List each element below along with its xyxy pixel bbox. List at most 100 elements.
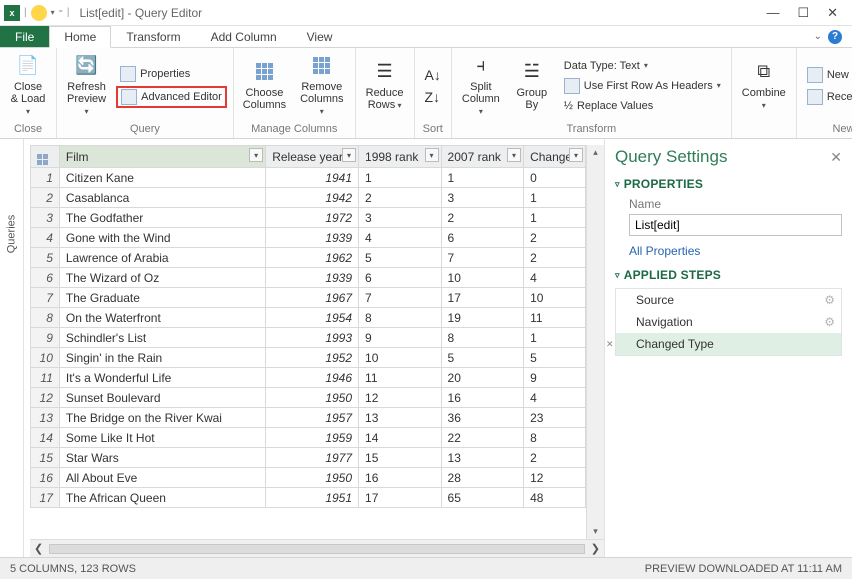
- cell-film[interactable]: Citizen Kane: [59, 168, 265, 188]
- sort-desc-button[interactable]: Z↓: [421, 87, 445, 107]
- tab-view[interactable]: View: [292, 26, 348, 47]
- close-settings-icon[interactable]: ✕: [830, 149, 842, 166]
- column-header[interactable]: 1998 rank▾: [359, 146, 442, 168]
- table-row[interactable]: 3The Godfather1972321: [31, 208, 586, 228]
- cell-film[interactable]: Sunset Boulevard: [59, 388, 265, 408]
- cell-film[interactable]: The Godfather: [59, 208, 265, 228]
- cell-1998[interactable]: 12: [359, 388, 442, 408]
- cell-year[interactable]: 1977: [266, 448, 359, 468]
- close-and-load-button[interactable]: 📄 Close & Load: [6, 52, 50, 119]
- table-row[interactable]: 13The Bridge on the River Kwai1957133623: [31, 408, 586, 428]
- cell-2007[interactable]: 19: [441, 308, 524, 328]
- cell-change[interactable]: 2: [524, 448, 586, 468]
- column-header[interactable]: 2007 rank▾: [441, 146, 524, 168]
- cell-year[interactable]: 1954: [266, 308, 359, 328]
- scroll-up-icon[interactable]: ▴: [587, 147, 604, 158]
- cell-1998[interactable]: 13: [359, 408, 442, 428]
- cell-1998[interactable]: 8: [359, 308, 442, 328]
- reduce-rows-button[interactable]: ☰ Reduce Rows: [362, 58, 408, 113]
- filter-icon[interactable]: ▾: [342, 148, 356, 162]
- cell-year[interactable]: 1941: [266, 168, 359, 188]
- cell-1998[interactable]: 15: [359, 448, 442, 468]
- tab-home[interactable]: Home: [49, 26, 111, 48]
- cell-film[interactable]: On the Waterfront: [59, 308, 265, 328]
- table-row[interactable]: 16All About Eve1950162812: [31, 468, 586, 488]
- data-grid[interactable]: Film▾Release year▾1998 rank▾2007 rank▾Ch…: [30, 145, 586, 508]
- cell-1998[interactable]: 11: [359, 368, 442, 388]
- maximize-button[interactable]: ☐: [797, 5, 809, 21]
- column-header[interactable]: Film▾: [59, 146, 265, 168]
- refresh-preview-button[interactable]: 🔄 Refresh Preview: [63, 52, 110, 119]
- cell-change[interactable]: 4: [524, 388, 586, 408]
- close-window-button[interactable]: ✕: [827, 5, 838, 21]
- file-tab[interactable]: File: [0, 26, 49, 47]
- table-row[interactable]: 12Sunset Boulevard195012164: [31, 388, 586, 408]
- scroll-down-icon[interactable]: ▾: [587, 526, 604, 537]
- applied-step[interactable]: Changed Type: [616, 333, 841, 355]
- cell-1998[interactable]: 3: [359, 208, 442, 228]
- queries-rail-label[interactable]: Queries: [6, 215, 18, 254]
- cell-year[interactable]: 1951: [266, 488, 359, 508]
- all-properties-link[interactable]: All Properties: [629, 244, 700, 258]
- combine-button[interactable]: ⧉Combine: [738, 58, 790, 113]
- filter-icon[interactable]: ▾: [425, 148, 439, 162]
- horizontal-scrollbar[interactable]: ❮ ❯: [30, 539, 604, 557]
- cell-2007[interactable]: 1: [441, 168, 524, 188]
- cell-2007[interactable]: 65: [441, 488, 524, 508]
- cell-film[interactable]: It's a Wonderful Life: [59, 368, 265, 388]
- cell-film[interactable]: The Graduate: [59, 288, 265, 308]
- cell-change[interactable]: 23: [524, 408, 586, 428]
- cell-2007[interactable]: 7: [441, 248, 524, 268]
- select-all-corner[interactable]: [31, 146, 60, 168]
- column-header[interactable]: Release year▾: [266, 146, 359, 168]
- filter-icon[interactable]: ▾: [249, 148, 263, 162]
- filter-icon[interactable]: ▾: [569, 148, 583, 162]
- cell-film[interactable]: Schindler's List: [59, 328, 265, 348]
- new-source-button[interactable]: New Source: [803, 65, 852, 85]
- cell-year[interactable]: 1952: [266, 348, 359, 368]
- table-row[interactable]: 5Lawrence of Arabia1962572: [31, 248, 586, 268]
- cell-1998[interactable]: 2: [359, 188, 442, 208]
- qat-dropdown-icon[interactable]: ▾: [51, 8, 55, 17]
- cell-year[interactable]: 1939: [266, 268, 359, 288]
- recent-sources-button[interactable]: Recent Sources: [803, 87, 852, 107]
- cell-film[interactable]: Casablanca: [59, 188, 265, 208]
- cell-year[interactable]: 1962: [266, 248, 359, 268]
- applied-step[interactable]: Navigation⚙: [616, 311, 841, 333]
- cell-2007[interactable]: 17: [441, 288, 524, 308]
- table-row[interactable]: 4Gone with the Wind1939462: [31, 228, 586, 248]
- help-icon[interactable]: ?: [828, 30, 842, 44]
- cell-film[interactable]: The Bridge on the River Kwai: [59, 408, 265, 428]
- query-name-input[interactable]: [629, 214, 842, 236]
- gear-icon[interactable]: ⚙: [824, 315, 835, 329]
- cell-1998[interactable]: 14: [359, 428, 442, 448]
- cell-film[interactable]: Singin' in the Rain: [59, 348, 265, 368]
- table-row[interactable]: 8On the Waterfront195481911: [31, 308, 586, 328]
- cell-1998[interactable]: 16: [359, 468, 442, 488]
- data-type-button[interactable]: Data Type: Text: [560, 58, 725, 74]
- gear-icon[interactable]: ⚙: [824, 293, 835, 307]
- cell-change[interactable]: 1: [524, 208, 586, 228]
- cell-2007[interactable]: 3: [441, 188, 524, 208]
- collapse-icon-2[interactable]: ▿: [615, 270, 620, 281]
- cell-year[interactable]: 1946: [266, 368, 359, 388]
- cell-change[interactable]: 5: [524, 348, 586, 368]
- filter-icon[interactable]: ▾: [507, 148, 521, 162]
- cell-change[interactable]: 8: [524, 428, 586, 448]
- cell-change[interactable]: 4: [524, 268, 586, 288]
- cell-change[interactable]: 2: [524, 228, 586, 248]
- cell-change[interactable]: 1: [524, 328, 586, 348]
- column-header[interactable]: Change▾: [524, 146, 586, 168]
- vertical-scrollbar[interactable]: ▴ ▾: [586, 145, 604, 539]
- group-by-button[interactable]: ☱Group By: [510, 58, 554, 113]
- cell-2007[interactable]: 8: [441, 328, 524, 348]
- cell-change[interactable]: 11: [524, 308, 586, 328]
- cell-year[interactable]: 1967: [266, 288, 359, 308]
- cell-2007[interactable]: 13: [441, 448, 524, 468]
- scroll-left-icon[interactable]: ❮: [34, 542, 43, 555]
- sort-asc-button[interactable]: A↓: [421, 65, 445, 85]
- table-row[interactable]: 7The Graduate196771710: [31, 288, 586, 308]
- tab-add-column[interactable]: Add Column: [196, 26, 292, 47]
- collapse-icon[interactable]: ▿: [615, 179, 620, 190]
- cell-2007[interactable]: 6: [441, 228, 524, 248]
